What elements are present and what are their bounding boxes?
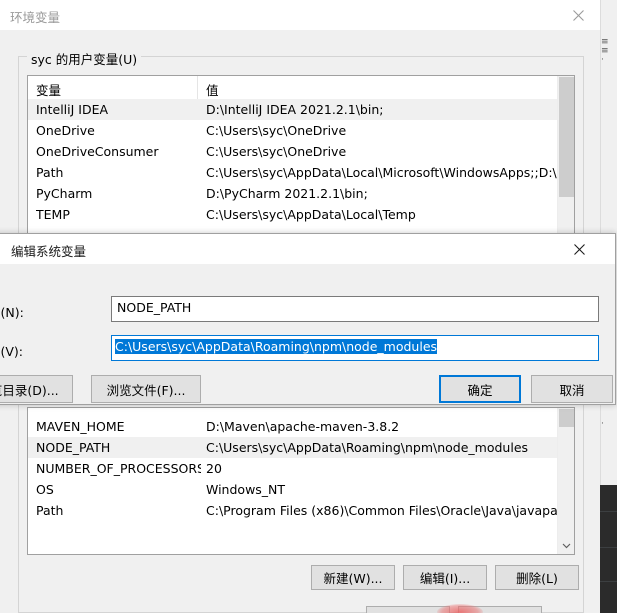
scrollbar-thumb[interactable] bbox=[559, 409, 574, 427]
env-window-titlebar: 环境变量 bbox=[0, 0, 600, 30]
table-row[interactable]: NUMBER_OF_PROCESSORS 20 bbox=[28, 458, 574, 479]
ok-button[interactable]: 确定 bbox=[439, 375, 521, 403]
variable-name-input[interactable]: NODE_PATH bbox=[111, 296, 599, 322]
variable-value: D:\PyCharm 2021.2.1\bin; bbox=[206, 186, 368, 201]
variable-value-selected-text: C:\Users\syc\AppData\Roaming\npm\node_mo… bbox=[115, 339, 438, 354]
variable-value: C:\Program Files (x86)\Common Files\Orac… bbox=[206, 503, 568, 518]
variable-name: TEMP bbox=[36, 207, 70, 222]
user-variables-header-row: 变量 值 bbox=[28, 76, 574, 99]
table-row[interactable]: TEMP C:\Users\syc\AppData\Local\Temp bbox=[28, 204, 574, 225]
user-variables-legend: syc 的用户变量(U) bbox=[27, 49, 142, 68]
variable-value: C:\Users\syc\AppData\Local\Microsoft\Win… bbox=[206, 165, 568, 180]
table-row[interactable]: PyCharm D:\PyCharm 2021.2.1\bin; bbox=[28, 183, 574, 204]
variable-name: NUMBER_OF_PROCESSORS bbox=[36, 461, 201, 476]
background-window-text-sliver: ≡ ≡ · bbox=[601, 38, 609, 64]
cursor-highlight bbox=[437, 604, 483, 613]
variable-value: C:\Users\syc\AppData\Local\Temp bbox=[206, 207, 416, 222]
variable-value: C:\Users\syc\OneDrive bbox=[206, 144, 347, 159]
variable-name: OneDrive bbox=[36, 123, 95, 138]
delete-variable-button[interactable]: 删除(L) bbox=[495, 565, 579, 590]
background-window-text-sliver-2: · bbox=[601, 420, 604, 429]
screen: ≡ ≡ · · 环境变量 syc 的用户变量(U) 变量 值 IntelliJ … bbox=[0, 0, 617, 613]
scrollbar-thumb[interactable] bbox=[559, 77, 574, 197]
env-window-title: 环境变量 bbox=[10, 10, 61, 25]
variable-name: MAVEN_HOME bbox=[36, 419, 125, 434]
browse-directory-button[interactable]: 浏览目录(D)... bbox=[0, 375, 73, 403]
table-row[interactable]: OneDrive C:\Users\syc\OneDrive bbox=[28, 120, 574, 141]
column-header-value[interactable]: 值 bbox=[198, 76, 558, 99]
variable-value: C:\Users\syc\AppData\Roaming\npm\node_mo… bbox=[206, 440, 529, 455]
background-dark-panel bbox=[600, 485, 617, 613]
variable-name: IntelliJ IDEA bbox=[36, 102, 109, 117]
variable-value: 20 bbox=[206, 461, 222, 476]
edit-dialog-titlebar: 编辑系统变量 bbox=[0, 234, 615, 264]
edit-variable-button[interactable]: 编辑(I)... bbox=[403, 565, 487, 590]
table-row[interactable]: OS Windows_NT bbox=[28, 479, 574, 500]
variable-value-input[interactable]: C:\Users\syc\AppData\Roaming\npm\node_mo… bbox=[111, 335, 599, 361]
table-row[interactable]: IntelliJ IDEA D:\IntelliJ IDEA 2021.2.1\… bbox=[28, 99, 574, 120]
system-variables-rows: MAVEN_HOME D:\Maven\apache-maven-3.8.2 N… bbox=[28, 408, 574, 554]
variable-value: D:\IntelliJ IDEA 2021.2.1\bin; bbox=[206, 102, 384, 117]
edit-dialog-body: 变量名(N): NODE_PATH 变量值(V): C:\Users\syc\A… bbox=[0, 264, 615, 404]
table-row[interactable]: OneDriveConsumer C:\Users\syc\OneDrive bbox=[28, 141, 574, 162]
new-variable-button[interactable]: 新建(W)... bbox=[311, 565, 395, 590]
system-variables-listview[interactable]: MAVEN_HOME D:\Maven\apache-maven-3.8.2 N… bbox=[27, 407, 575, 555]
close-icon[interactable] bbox=[557, 234, 601, 264]
browse-file-button[interactable]: 浏览文件(F)... bbox=[91, 375, 201, 403]
variable-value: Windows_NT bbox=[206, 482, 286, 497]
variable-value: C:\Users\syc\OneDrive bbox=[206, 123, 347, 138]
system-variables-scrollbar[interactable] bbox=[557, 408, 574, 554]
variable-name-label: 变量名(N): bbox=[0, 305, 24, 320]
cancel-button[interactable]: 取消 bbox=[531, 375, 613, 403]
system-variables-group: 系统变量(S) MAVEN_HOME D:\Maven\apache-maven… bbox=[18, 381, 584, 613]
variable-name: NODE_PATH bbox=[36, 440, 111, 455]
chevron-down-icon[interactable] bbox=[558, 537, 574, 554]
table-row[interactable]: Path C:\Users\syc\AppData\Local\Microsof… bbox=[28, 162, 574, 183]
edit-system-variable-dialog: 编辑系统变量 变量名(N): NODE_PATH 变量值(V): C:\User… bbox=[0, 233, 616, 405]
table-row[interactable]: NODE_PATH C:\Users\syc\AppData\Roaming\n… bbox=[28, 437, 574, 458]
variable-name: Path bbox=[36, 503, 64, 518]
table-row[interactable]: Path C:\Program Files (x86)\Common Files… bbox=[28, 500, 574, 521]
variable-value: D:\Maven\apache-maven-3.8.2 bbox=[206, 419, 400, 434]
variable-name: OneDriveConsumer bbox=[36, 144, 159, 159]
column-header-variable[interactable]: 变量 bbox=[28, 76, 198, 99]
variable-name: PyCharm bbox=[36, 186, 93, 201]
edit-dialog-title: 编辑系统变量 bbox=[11, 244, 87, 259]
close-icon[interactable] bbox=[556, 0, 600, 30]
variable-name: Path bbox=[36, 165, 64, 180]
variable-value-label: 变量值(V): bbox=[0, 344, 24, 359]
table-row-partial[interactable] bbox=[28, 408, 574, 416]
variable-name: OS bbox=[36, 482, 54, 497]
table-row[interactable]: MAVEN_HOME D:\Maven\apache-maven-3.8.2 bbox=[28, 416, 574, 437]
